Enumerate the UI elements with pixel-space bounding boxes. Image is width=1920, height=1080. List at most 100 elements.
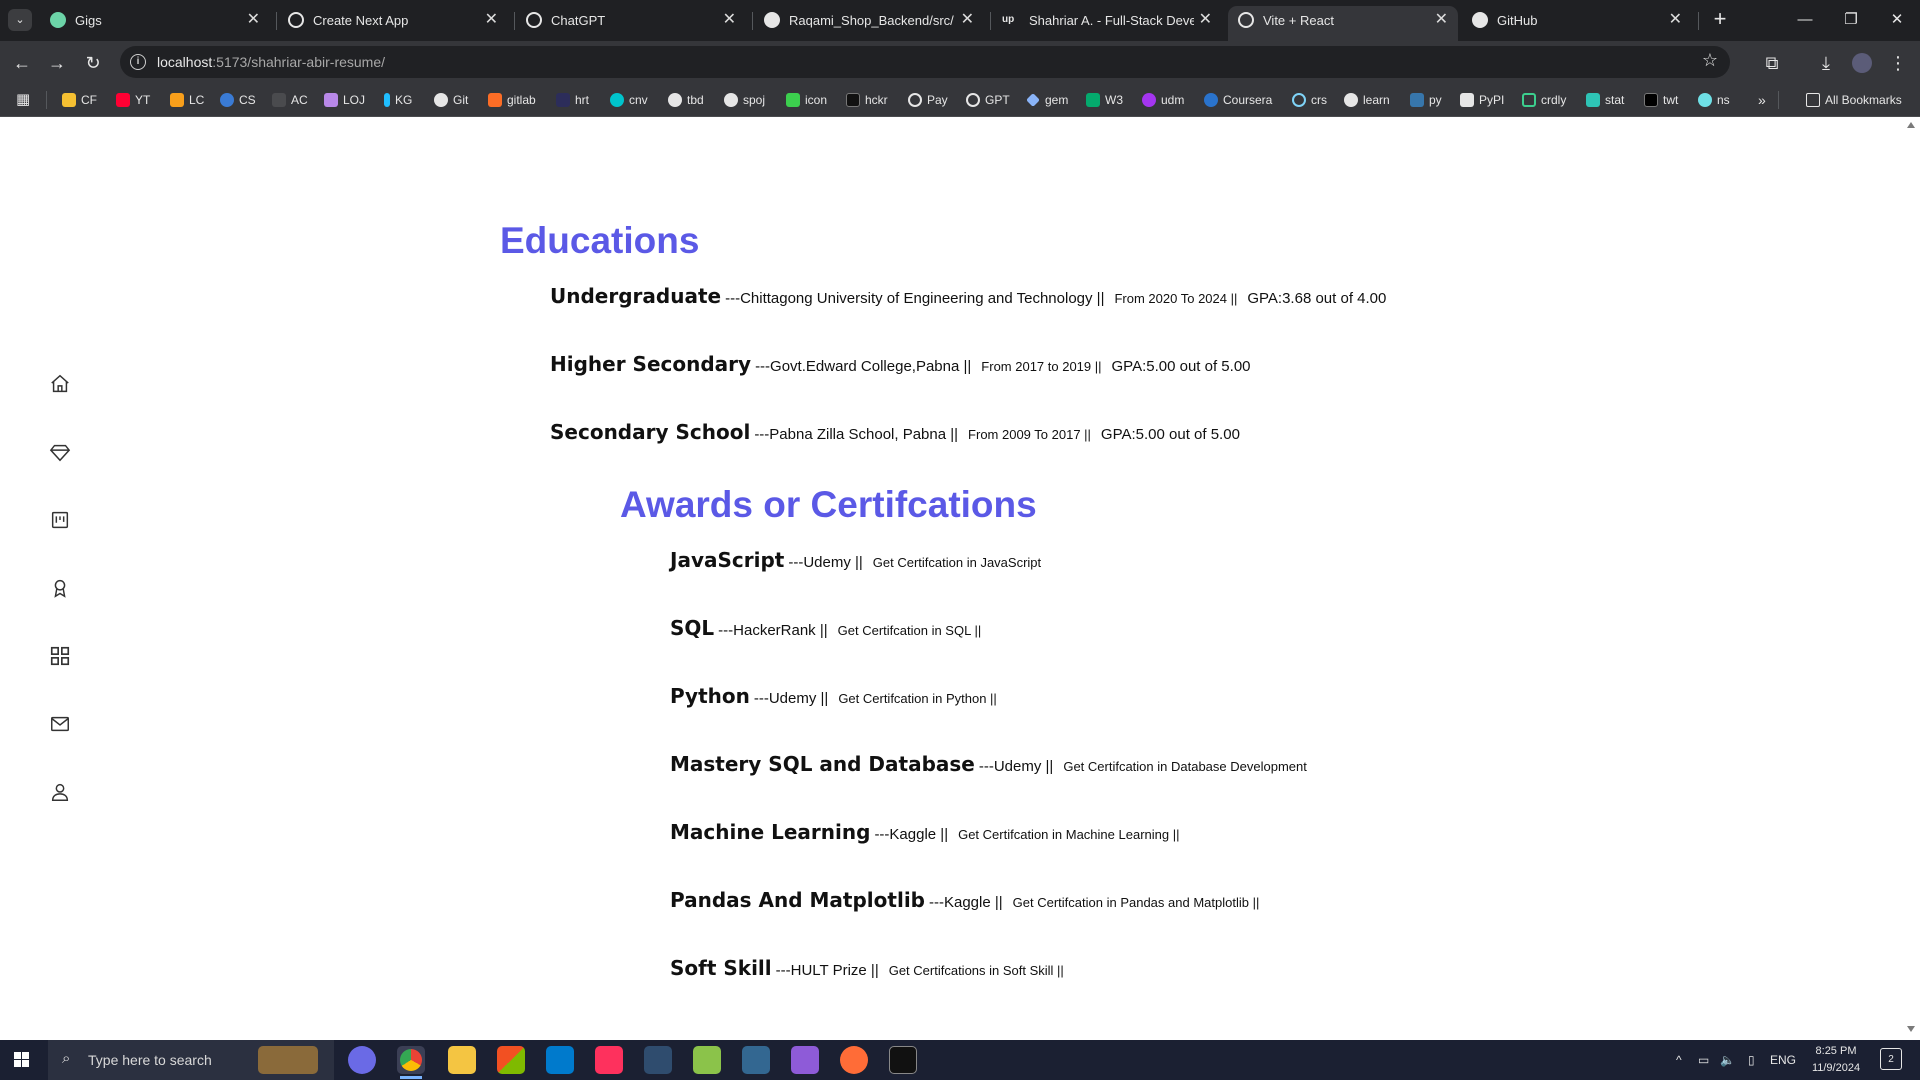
bookmark-spoj[interactable]: spoj	[724, 89, 765, 111]
profile-avatar[interactable]	[1852, 53, 1872, 73]
tab-create-next-app[interactable]: Create Next App ✕	[278, 6, 508, 41]
bookmark-loj[interactable]: LOJ	[324, 89, 365, 111]
bookmark-learn[interactable]: learn	[1344, 89, 1390, 111]
postman-icon[interactable]	[840, 1046, 868, 1074]
education-gpa: GPA:5.00 out of 5.00	[1111, 358, 1251, 375]
tab-upwork-profile[interactable]: up Shahriar A. - Full-Stack Develop ✕	[992, 6, 1222, 41]
close-icon[interactable]: ✕	[247, 6, 260, 34]
close-icon[interactable]: ✕	[961, 6, 974, 34]
extensions-icon[interactable]: ⧉	[1758, 49, 1786, 77]
upwork-icon: up	[1002, 11, 1020, 28]
bookmark-w3[interactable]: W3	[1086, 89, 1123, 111]
bookmark-gem[interactable]: gem	[1026, 89, 1068, 111]
language-indicator[interactable]: ENG	[1770, 1040, 1796, 1080]
chrome-icon[interactable]	[400, 1049, 422, 1071]
restore-icon[interactable]: ❐	[1828, 6, 1874, 34]
copilot-icon[interactable]	[348, 1046, 376, 1074]
back-icon[interactable]: ←	[8, 49, 36, 77]
education-institution: ---Chittagong University of Engineering …	[725, 290, 1105, 307]
microsoft-store-icon[interactable]	[497, 1046, 525, 1074]
home-icon[interactable]	[49, 373, 71, 395]
notification-center-icon[interactable]: 2	[1880, 1048, 1902, 1070]
bookmark-lc[interactable]: LC	[170, 89, 204, 111]
forward-icon[interactable]: →	[43, 49, 71, 77]
terminal-icon[interactable]	[889, 1046, 917, 1074]
user-icon[interactable]	[49, 781, 71, 803]
award-description: Get Certifcation in SQL ||	[837, 623, 982, 638]
bookmark-crdly[interactable]: crdly	[1522, 89, 1566, 111]
site-info-icon[interactable]: i	[130, 54, 146, 70]
close-icon[interactable]: ✕	[723, 6, 736, 34]
bookmark-gitlab[interactable]: gitlab	[488, 89, 536, 111]
award-icon[interactable]	[49, 577, 71, 599]
bookmarks-overflow-icon[interactable]: »	[1758, 89, 1766, 111]
visual-paradigm-icon[interactable]	[693, 1046, 721, 1074]
tab-chatgpt[interactable]: ChatGPT ✕	[516, 6, 746, 41]
volume-icon[interactable]: 🔈	[1720, 1040, 1735, 1080]
bookmark-star-icon[interactable]: ☆	[1702, 50, 1718, 71]
close-icon[interactable]: ✕	[1199, 6, 1212, 34]
device-icon[interactable]: ▯	[1748, 1040, 1755, 1080]
bookmark-icon[interactable]: icon	[786, 89, 827, 111]
bookmark-stat[interactable]: stat	[1586, 89, 1624, 111]
clock[interactable]: 8:25 PM 11/9/2024	[1800, 1043, 1872, 1077]
scroll-up-arrow[interactable]	[1907, 122, 1915, 128]
postgresql-icon[interactable]	[742, 1046, 770, 1074]
diamond-icon[interactable]	[49, 441, 71, 463]
kanban-board-icon[interactable]	[49, 509, 71, 531]
bookmark-ns[interactable]: ns	[1698, 89, 1730, 111]
intellij-icon[interactable]	[595, 1046, 623, 1074]
minimize-icon[interactable]: —	[1782, 6, 1828, 34]
bookmark-cnv[interactable]: cnv	[610, 89, 648, 111]
bookmark-ac[interactable]: AC	[272, 89, 308, 111]
new-tab-button[interactable]: +	[1706, 6, 1734, 34]
tray-chevron-icon[interactable]: ^	[1676, 1040, 1682, 1080]
bookmark-cs[interactable]: CS	[220, 89, 256, 111]
tab-vite-react[interactable]: Vite + React ✕	[1228, 6, 1458, 41]
bookmark-udm[interactable]: udm	[1142, 89, 1184, 111]
tab-title: Vite + React	[1263, 12, 1334, 28]
bookmark-kg[interactable]: KG	[384, 89, 412, 111]
close-icon[interactable]: ✕	[1669, 6, 1682, 34]
scroll-down-arrow[interactable]	[1907, 1026, 1915, 1032]
bookmark-py[interactable]: py	[1410, 89, 1442, 111]
bookmark-hrt[interactable]: hrt	[556, 89, 589, 111]
windows-start-icon[interactable]	[14, 1052, 30, 1068]
bookmark-gpt[interactable]: GPT	[966, 89, 1010, 111]
visual-studio-icon[interactable]	[791, 1046, 819, 1074]
close-icon[interactable]: ✕	[1435, 6, 1448, 34]
tab-raqami-shop[interactable]: Raqami_Shop_Backend/src/mai ✕	[754, 6, 984, 41]
bookmark-pypi[interactable]: PyPI	[1460, 89, 1504, 111]
award-description: Get Certifcations in Soft Skill ||	[888, 963, 1064, 978]
file-explorer-icon[interactable]	[448, 1046, 476, 1074]
bookmark-git[interactable]: Git	[434, 89, 468, 111]
award-name: Mastery SQL and Database	[670, 752, 975, 776]
url-text[interactable]: localhost:5173/shahriar-abir-resume/	[157, 46, 385, 78]
reload-icon[interactable]: ↻	[79, 49, 107, 77]
bookmark-crs[interactable]: crs	[1292, 89, 1327, 111]
menu-kebab-icon[interactable]: ⋮	[1884, 49, 1912, 77]
mysql-workbench-icon[interactable]	[644, 1046, 672, 1074]
close-window-icon[interactable]: ✕	[1874, 6, 1920, 34]
all-bookmarks[interactable]: All Bookmarks	[1806, 89, 1902, 111]
bookmark-yt[interactable]: YT	[116, 89, 150, 111]
tab-title: Raqami_Shop_Backend/src/mai	[789, 12, 954, 28]
tab-search-button[interactable]: ⌄	[8, 9, 32, 31]
vscode-icon[interactable]	[546, 1046, 574, 1074]
bookmark-cf[interactable]: CF	[62, 89, 97, 111]
tab-github[interactable]: GitHub ✕	[1462, 6, 1692, 41]
close-icon[interactable]: ✕	[485, 6, 498, 34]
tab-gigs[interactable]: Gigs ✕	[40, 6, 270, 41]
grid-icon[interactable]	[49, 645, 71, 667]
bookmark-pay[interactable]: Pay	[908, 89, 948, 111]
bookmark-coursera[interactable]: Coursera	[1204, 89, 1272, 111]
mail-icon[interactable]	[49, 713, 71, 735]
address-bar[interactable]: i localhost:5173/shahriar-abir-resume/ ☆	[120, 46, 1730, 78]
apps-grid-icon[interactable]: ▦	[16, 89, 30, 111]
bookmark-hckr[interactable]: hckr	[846, 89, 888, 111]
bookmark-tbd[interactable]: tbd	[668, 89, 704, 111]
bookmark-twt[interactable]: twt	[1644, 89, 1678, 111]
download-icon[interactable]: ⤓	[1812, 49, 1840, 77]
award-provider: ---HackerRank ||	[718, 622, 828, 639]
network-icon[interactable]: ▭	[1698, 1040, 1709, 1080]
